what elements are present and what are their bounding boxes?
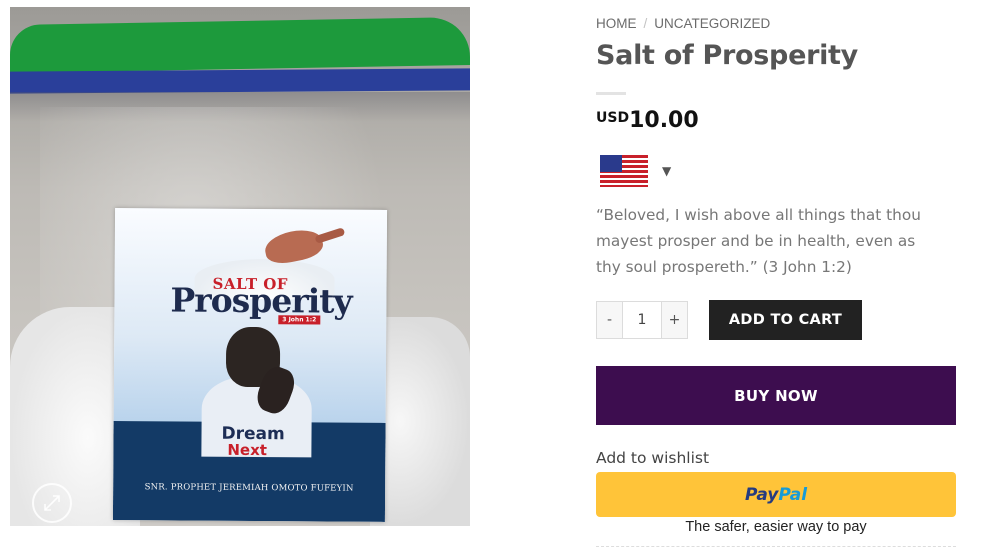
- label-heading-large: Prosperity: [170, 280, 352, 321]
- breadcrumb: HOME / UNCATEGORIZED: [596, 16, 770, 31]
- zoom-button[interactable]: [32, 483, 72, 523]
- label-footer: SNR. PROPHET JEREMIAH OMOTO FUFEYIN: [144, 482, 354, 494]
- price-amount: 10.00: [629, 108, 699, 133]
- quantity-stepper: - +: [596, 301, 688, 339]
- product-price: USD10.00: [596, 108, 699, 133]
- buy-now-button[interactable]: BUY NOW: [596, 366, 956, 425]
- product-title: Salt of Prosperity: [596, 40, 858, 71]
- add-to-cart-button[interactable]: ADD TO CART: [709, 300, 862, 340]
- quantity-input[interactable]: [622, 302, 662, 338]
- bag-zip-green: [10, 16, 470, 74]
- label-verse: 3 John 1:2: [278, 315, 321, 325]
- breadcrumb-category[interactable]: UNCATEGORIZED: [654, 16, 770, 31]
- breadcrumb-separator: /: [643, 16, 648, 31]
- breadcrumb-home[interactable]: HOME: [596, 16, 637, 31]
- price-currency: USD: [596, 110, 630, 126]
- paypal-tagline: The safer, easier way to pay: [685, 519, 867, 535]
- bottom-divider: [596, 546, 956, 547]
- bag-zip-blue: [10, 68, 470, 94]
- label-shirt-text-2: Next: [227, 440, 268, 460]
- product-image[interactable]: SALT OF Prosperity 3 John 1:2 Dream Next…: [10, 7, 470, 526]
- product-description: “Beloved, I wish above all things that t…: [596, 206, 921, 276]
- quantity-decrease-button[interactable]: -: [597, 302, 622, 338]
- chevron-down-icon: ▼: [662, 164, 672, 178]
- paypal-logo-pal: Pal: [778, 484, 808, 505]
- currency-switcher[interactable]: ▼: [600, 155, 671, 187]
- expand-icon: [44, 495, 60, 511]
- paypal-logo-pay: Pay: [744, 484, 779, 505]
- title-divider: [596, 92, 626, 95]
- us-flag-icon: [600, 155, 648, 187]
- quantity-increase-button[interactable]: +: [662, 302, 687, 338]
- paypal-button[interactable]: Pay Pal: [596, 472, 956, 517]
- flag-canton: [600, 155, 622, 172]
- add-to-wishlist-link[interactable]: Add to wishlist: [596, 449, 709, 467]
- product-label: SALT OF Prosperity 3 John 1:2 Dream Next…: [112, 208, 388, 522]
- salt-bag-photo: SALT OF Prosperity 3 John 1:2 Dream Next…: [10, 7, 470, 526]
